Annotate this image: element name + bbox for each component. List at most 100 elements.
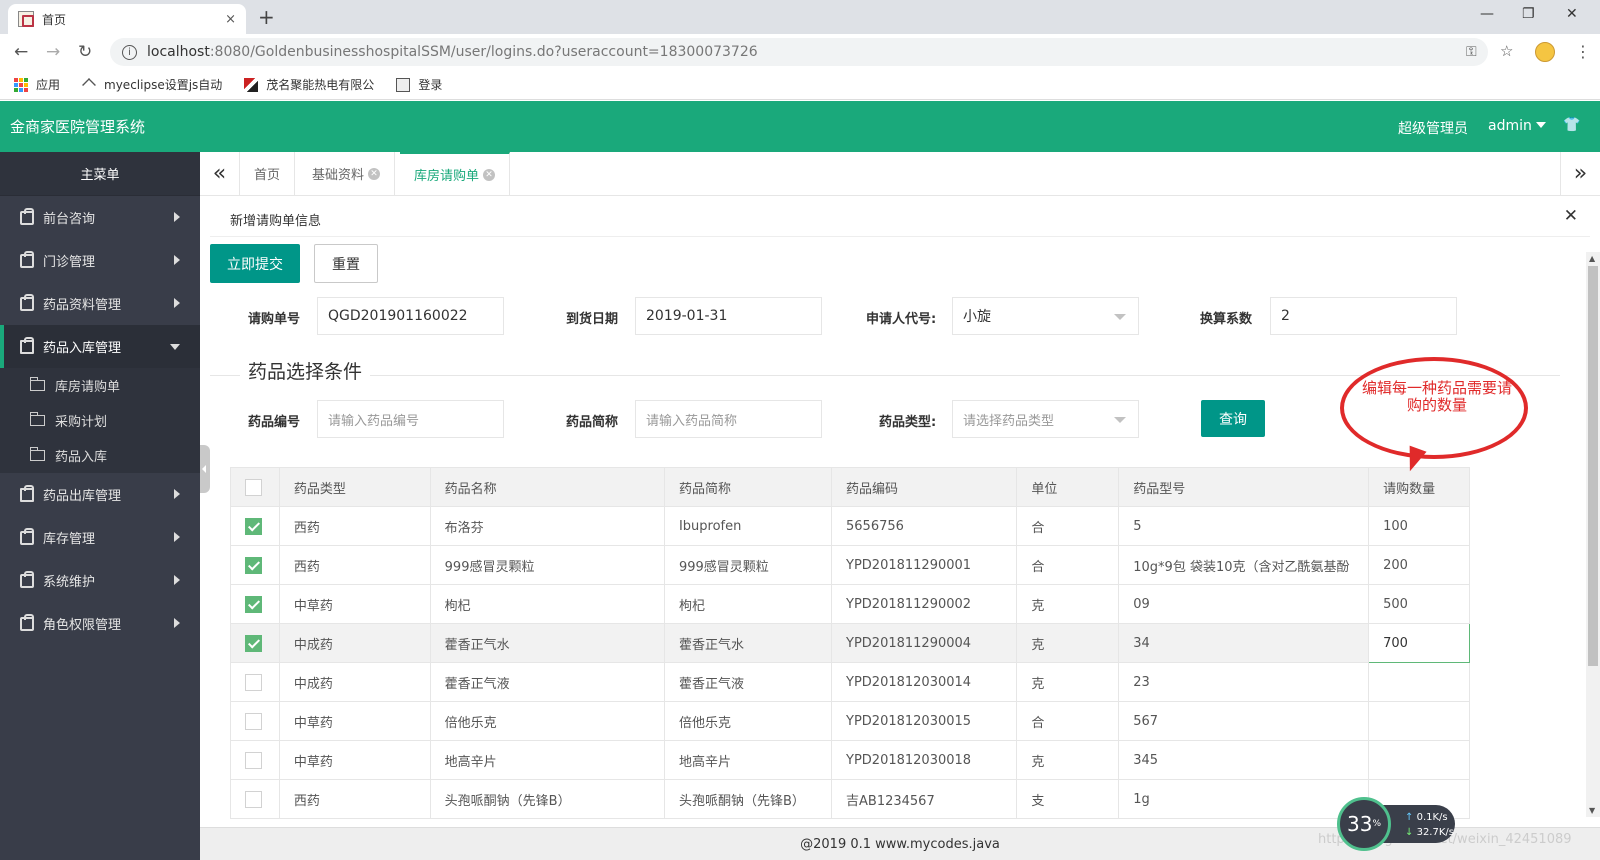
sidebar-subitem-purchase-request[interactable]: 库房请购单 — [0, 368, 200, 403]
quantity-cell[interactable]: 700 — [1368, 623, 1470, 663]
tab-home[interactable]: 首页 — [240, 152, 296, 195]
quantity-cell[interactable] — [1368, 662, 1470, 702]
row-checkbox[interactable] — [245, 595, 262, 613]
submit-button[interactable]: 立即提交 — [210, 244, 300, 283]
sidebar-subitem-drug-inbound[interactable]: 药品入库 — [0, 438, 200, 473]
drug-abbr-input[interactable]: 请输入药品简称 — [635, 400, 822, 438]
sidebar-item-inventory[interactable]: 库存管理 — [0, 516, 200, 559]
address-bar[interactable]: i localhost:8080/GoldenbusinesshospitalS… — [110, 38, 1488, 66]
column-header[interactable]: 药品类型 — [278, 467, 431, 507]
sidebar-item-roles[interactable]: 角色权限管理 — [0, 602, 200, 645]
network-speed-widget[interactable]: ↑ 0.1K/s ↓ 32.7K/s 33% — [1337, 797, 1457, 851]
theme-shirt-icon[interactable]: 👕 — [1563, 117, 1580, 133]
row-checkbox[interactable] — [245, 712, 262, 730]
arrival-date-field[interactable]: 2019-01-31 — [635, 297, 822, 335]
row-checkbox[interactable] — [245, 751, 262, 769]
applicant-value: 小旋 — [963, 309, 991, 325]
quantity-cell[interactable]: 100 — [1368, 506, 1470, 546]
table-row[interactable]: 中草药 地高辛片 地高辛片 YPD201812030018 克 345 — [230, 740, 1470, 780]
minimize-window-icon[interactable]: — — [1480, 6, 1494, 22]
order-no-field[interactable]: QGD201901160022 — [317, 297, 504, 335]
browser-menu-icon[interactable]: ⋮ — [1575, 42, 1591, 61]
column-header[interactable]: 药品编码 — [831, 467, 1018, 507]
key-icon[interactable]: ⚿ — [1466, 44, 1477, 60]
close-tab-icon[interactable]: ✕ — [368, 167, 381, 180]
sidebar-item-system[interactable]: 系统维护 — [0, 559, 200, 602]
profile-avatar-icon[interactable] — [1535, 42, 1555, 62]
reload-icon[interactable]: ↻ — [78, 42, 92, 62]
column-header[interactable]: 药品型号 — [1118, 467, 1370, 507]
new-tab-icon[interactable]: + — [258, 5, 275, 29]
sidebar-item-drug-outbound[interactable]: 药品出库管理 — [0, 473, 200, 516]
scroll-down-icon[interactable]: ▼ — [1589, 806, 1595, 815]
table-row[interactable]: 西药 头孢哌酮钠（先锋B） 头孢哌酮钠（先锋B） 吉AB1234567 支 1g — [230, 779, 1470, 819]
vertical-scrollbar[interactable]: ▲ ▼ — [1586, 252, 1600, 817]
quantity-cell[interactable]: 200 — [1368, 545, 1470, 585]
table-row[interactable]: 中成药 藿香正气水 藿香正气水 YPD201811290004 克 34 700 — [230, 623, 1470, 663]
quantity-cell[interactable] — [1368, 701, 1470, 741]
quantity-cell[interactable]: 500 — [1368, 584, 1470, 624]
row-checkbox[interactable] — [245, 556, 262, 574]
tab-purchase-request[interactable]: 库房请购单 ✕ — [400, 152, 511, 195]
browser-tab[interactable]: 首页 × — [8, 4, 246, 34]
back-arrow-icon[interactable]: ← — [14, 42, 28, 62]
user-menu-caret-icon[interactable] — [1536, 122, 1546, 128]
forward-arrow-icon[interactable]: → — [46, 42, 60, 62]
column-header[interactable]: 药品名称 — [429, 467, 665, 507]
table-row[interactable]: 中成药 藿香正气液 藿香正气液 YPD201812030014 克 23 — [230, 662, 1470, 702]
row-select-cell[interactable] — [230, 584, 280, 624]
bookmark-login[interactable]: 登录 — [396, 76, 442, 93]
scroll-tabs-left-icon[interactable]: « — [200, 152, 240, 195]
table-row[interactable]: 中草药 倍他乐克 倍他乐克 YPD201812030015 合 567 — [230, 701, 1470, 741]
bookmark-apps[interactable]: 应用 — [14, 76, 60, 93]
table-row[interactable]: 西药 布洛芬 Ibuprofen 5656756 合 5 100 — [230, 506, 1470, 546]
bookmark-star-icon[interactable]: ☆ — [1500, 42, 1513, 60]
sidebar-item-front-desk[interactable]: 前台咨询 — [0, 196, 200, 239]
applicant-select[interactable]: 小旋 — [952, 297, 1139, 335]
table-cell: 23 — [1118, 662, 1370, 702]
column-header[interactable]: 药品简称 — [663, 467, 833, 507]
sidebar-item-drug-info[interactable]: 药品资料管理 — [0, 282, 200, 325]
tab-basic-data[interactable]: 基础资料 ✕ — [298, 152, 396, 195]
row-select-cell[interactable] — [230, 740, 280, 780]
close-window-icon[interactable]: ✕ — [1566, 6, 1578, 22]
table-row[interactable]: 中草药 枸杞 枸杞 YPD201811290002 克 09 500 — [230, 584, 1470, 624]
column-header[interactable]: 单位 — [1016, 467, 1120, 507]
select-all-checkbox[interactable] — [245, 478, 262, 496]
sidebar-item-outpatient[interactable]: 门诊管理 — [0, 239, 200, 282]
row-checkbox[interactable] — [245, 673, 262, 691]
factor-field[interactable]: 2 — [1270, 297, 1457, 335]
drug-code-input[interactable]: 请输入药品编号 — [317, 400, 504, 438]
drug-type-select[interactable]: 请选择药品类型 — [952, 400, 1139, 438]
scrollbar-thumb[interactable] — [1588, 266, 1598, 666]
bookmark-maoming[interactable]: 茂名聚能热电有限公 — [244, 76, 374, 93]
close-panel-icon[interactable]: ✕ — [1564, 206, 1578, 226]
row-checkbox[interactable] — [245, 790, 262, 808]
table-row[interactable]: 西药 999感冒灵颗粒 999感冒灵颗粒 YPD201811290001 合 10g*9包… — [230, 545, 1470, 585]
sidebar-subitem-purchase-plan[interactable]: 采购计划 — [0, 403, 200, 438]
scroll-up-icon[interactable]: ▲ — [1589, 254, 1595, 263]
row-select-cell[interactable] — [230, 779, 280, 819]
bookmark-myeclipse[interactable]: myeclipse设置js自动 — [82, 76, 222, 93]
row-select-cell[interactable] — [230, 506, 280, 546]
user-role-link[interactable]: 超级管理员 — [1398, 118, 1468, 138]
row-checkbox[interactable] — [245, 634, 262, 652]
row-select-cell[interactable] — [230, 545, 280, 585]
site-info-icon[interactable]: i — [122, 44, 137, 60]
quantity-cell[interactable] — [1368, 740, 1470, 780]
row-select-cell[interactable] — [230, 623, 280, 663]
query-button[interactable]: 查询 — [1201, 400, 1265, 437]
close-tab-icon[interactable]: ✕ — [483, 168, 496, 181]
row-select-cell[interactable] — [230, 701, 280, 741]
select-all-cell[interactable] — [230, 467, 280, 507]
row-checkbox[interactable] — [245, 517, 262, 535]
close-tab-icon[interactable]: × — [225, 12, 236, 27]
restore-window-icon[interactable]: ❐ — [1522, 6, 1535, 22]
sidebar-item-drug-inbound[interactable]: 药品入库管理 — [0, 325, 200, 368]
scroll-tabs-right-icon[interactable]: » — [1560, 152, 1600, 195]
user-menu[interactable]: admin — [1488, 118, 1532, 134]
column-header[interactable]: 请购数量 — [1368, 467, 1470, 507]
sidebar-collapse-handle[interactable] — [200, 445, 210, 493]
reset-button[interactable]: 重置 — [314, 244, 378, 283]
row-select-cell[interactable] — [230, 662, 280, 702]
